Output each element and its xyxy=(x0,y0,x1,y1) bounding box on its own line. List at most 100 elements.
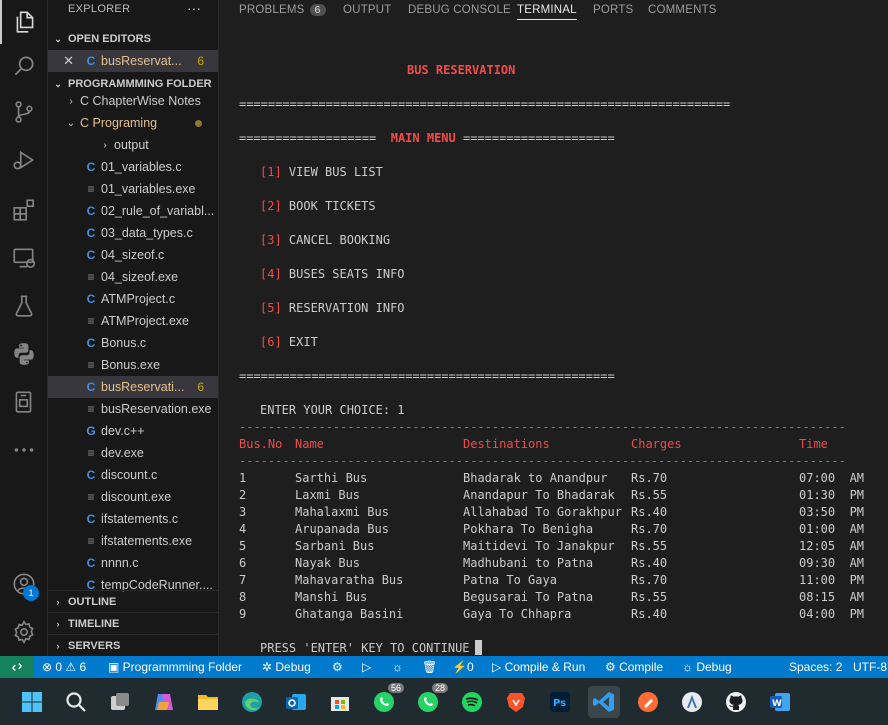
menu-option: [5] RESERVATION INFO xyxy=(260,300,405,316)
menu-option-label: EXIT xyxy=(288,335,318,349)
files-icon[interactable] xyxy=(0,0,48,44)
file-tree-item[interactable]: ≡ ATMProject.exe xyxy=(48,310,218,332)
source-control-icon[interactable] xyxy=(0,90,48,134)
docker-icon[interactable] xyxy=(0,380,48,424)
file-tree-item[interactable]: ≡ Bonus.exe xyxy=(48,354,218,376)
task-view-icon[interactable] xyxy=(104,686,136,718)
spotify-icon[interactable] xyxy=(456,686,488,718)
file-tree-item[interactable]: ≡ discount.exe xyxy=(48,486,218,508)
testing-icon[interactable] xyxy=(0,284,48,328)
debug-button[interactable]: ☼ Debug xyxy=(682,660,732,674)
remote-indicator-icon[interactable] xyxy=(0,656,34,678)
bus-number: 6 xyxy=(239,556,247,570)
file-tree-item[interactable]: C ATMProject.c xyxy=(48,288,218,310)
terminal-output[interactable]: BUS RESERVATION ========================… xyxy=(239,0,888,656)
copilot-icon[interactable] xyxy=(148,686,180,718)
remote-explorer-icon[interactable] xyxy=(0,236,48,280)
python-icon[interactable] xyxy=(0,332,48,376)
bus-time: 03:50 PM xyxy=(799,505,865,519)
file-tree-item[interactable]: C 03_data_types.c xyxy=(48,222,218,244)
file-explorer-icon[interactable] xyxy=(192,686,224,718)
open-editors-label: OPEN EDITORS xyxy=(68,33,151,45)
file-tree-item[interactable]: › C ChapterWise Notes xyxy=(48,90,218,112)
bus-number: 7 xyxy=(239,573,247,587)
bus-charge: Rs.55 xyxy=(631,539,668,553)
file-tree-item[interactable]: Gdev.c++ xyxy=(48,420,218,442)
debug-status-label: Debug xyxy=(275,660,311,674)
account-badge: 1 xyxy=(23,585,39,601)
brave-icon[interactable] xyxy=(500,686,532,718)
postman-icon[interactable] xyxy=(632,686,664,718)
exe-file-icon: ≡ xyxy=(87,490,95,504)
explorer-title: EXPLORER xyxy=(68,3,131,15)
github-icon[interactable] xyxy=(720,686,752,718)
file-tree-item[interactable]: C 04_sizeof.c xyxy=(48,244,218,266)
file-tree-item[interactable]: Cifstatements.c xyxy=(48,508,218,530)
outline-section[interactable]: › OUTLINE xyxy=(48,590,218,612)
bus-number: 2 xyxy=(239,488,247,502)
whatsapp-business-icon[interactable]: 28 xyxy=(412,683,448,718)
explorer-more-button[interactable]: ··· xyxy=(187,0,201,16)
open-editor-item[interactable]: ✕ C busReservat... 6 xyxy=(48,50,218,72)
problems-status[interactable]: ⊗ 0 ⚠ 6 xyxy=(42,660,86,674)
open-editors-section[interactable]: ⌄ OPEN EDITORS xyxy=(48,28,218,50)
file-tree-label: busReservati... xyxy=(101,380,185,394)
more-icon[interactable] xyxy=(0,428,48,472)
file-tree-item[interactable]: Cnnnn.c xyxy=(48,552,218,574)
spaces-status[interactable]: Spaces: 2 xyxy=(789,660,842,674)
debug-status[interactable]: ✲ Debug xyxy=(262,660,311,674)
bug-status-icon[interactable]: ☼ xyxy=(392,660,403,674)
exe-file-icon: ≡ xyxy=(87,182,95,196)
continue-prompt: PRESS 'ENTER' KEY TO CONTINUE xyxy=(260,641,470,655)
file-tree-item[interactable]: ≡ ifstatements.exe xyxy=(48,530,218,552)
compile-run-button[interactable]: ▷ Compile & Run xyxy=(492,660,585,674)
chevron-right-icon: › xyxy=(69,95,73,107)
outlook-icon[interactable] xyxy=(280,686,312,718)
compile-button[interactable]: ⚙ Compile xyxy=(605,660,663,674)
file-tree-item[interactable]: C 02_rule_of_variabl... xyxy=(48,200,218,222)
microsoft-store-icon[interactable] xyxy=(324,686,356,718)
vscode-icon[interactable] xyxy=(588,686,620,718)
photoshop-icon[interactable]: Ps xyxy=(544,686,576,718)
edge-browser-icon[interactable] xyxy=(236,686,268,718)
bus-name: Laxmi Bus xyxy=(295,488,361,502)
run-debug-icon[interactable] xyxy=(0,138,48,182)
folder-label: PROGRAMMMING FOLDER xyxy=(68,78,212,90)
file-tree-item[interactable]: ≡ busReservation.exe xyxy=(48,398,218,420)
close-icon[interactable]: ✕ xyxy=(48,53,74,69)
c-file-icon: C xyxy=(86,468,96,482)
folder-status[interactable]: ▣ Programmming Folder xyxy=(108,660,242,674)
file-tree-item[interactable]: Cdiscount.c xyxy=(48,464,218,486)
menu-option-number: [3] xyxy=(260,233,282,247)
file-tree-item[interactable]: CbusReservati... 6 xyxy=(48,376,218,398)
trash-status-icon[interactable]: 🗑 xyxy=(422,660,437,674)
file-tree-item[interactable]: ≡ 01_variables.exe xyxy=(48,178,218,200)
bus-charge: Rs.70 xyxy=(631,471,668,485)
file-tree-label: ifstatements.exe xyxy=(101,534,193,548)
account-icon[interactable]: 1 xyxy=(0,562,48,606)
search-icon[interactable] xyxy=(60,686,92,718)
ports-status[interactable]: ⚡0 xyxy=(452,660,474,674)
encoding-status[interactable]: UTF-8 xyxy=(853,660,887,674)
whatsapp-icon[interactable]: 56 xyxy=(368,683,404,718)
menu-option: [6] EXIT xyxy=(260,334,318,350)
file-tree-item[interactable]: › output xyxy=(48,134,218,156)
search-icon[interactable] xyxy=(0,44,48,88)
file-tree-item[interactable]: C 01_variables.c xyxy=(48,156,218,178)
settings-status-icon[interactable]: ⚙ xyxy=(332,660,343,674)
file-tree-item[interactable]: ≡ dev.exe xyxy=(48,442,218,464)
chevron-down-icon: ⌄ xyxy=(66,117,76,129)
windows-start-icon[interactable] xyxy=(16,686,48,718)
servers-section[interactable]: › SERVERS xyxy=(48,634,218,656)
android-studio-icon[interactable] xyxy=(676,686,708,718)
file-tree-item[interactable]: ≡ 04_sizeof.exe xyxy=(48,266,218,288)
timeline-section[interactable]: › TIMELINE xyxy=(48,612,218,634)
settings-gear-icon[interactable] xyxy=(0,610,48,654)
menu-option-label: VIEW BUS LIST xyxy=(288,165,383,179)
word-icon[interactable]: W xyxy=(764,686,796,718)
file-tree-item[interactable]: C Bonus.c xyxy=(48,332,218,354)
file-tree-item[interactable]: ⌄ C Programing xyxy=(48,112,218,134)
run-status-icon[interactable]: ▷ xyxy=(362,660,371,674)
program-title: BUS RESERVATION xyxy=(407,63,516,77)
extensions-icon[interactable] xyxy=(0,188,48,232)
